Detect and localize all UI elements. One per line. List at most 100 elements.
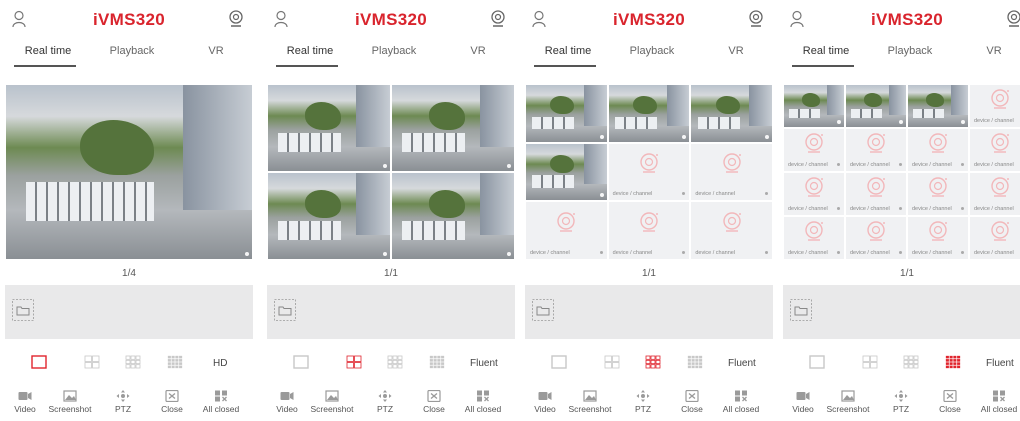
live-video-cell[interactable] bbox=[607, 84, 691, 143]
add-camera-icon[interactable] bbox=[803, 176, 825, 198]
toolbar-screenshot-button[interactable]: Screenshot bbox=[825, 390, 871, 414]
add-camera-icon[interactable] bbox=[865, 220, 887, 242]
2x2-layout-icon[interactable] bbox=[84, 355, 100, 369]
toolbar-video-button[interactable]: Video bbox=[522, 390, 568, 414]
empty-channel-cell[interactable]: device / channel bbox=[969, 172, 1020, 216]
tab-playback[interactable]: Playback bbox=[92, 45, 172, 57]
1x1-layout-icon[interactable] bbox=[551, 355, 567, 369]
stream-quality[interactable]: Fluent bbox=[986, 358, 1014, 369]
tab-playback[interactable]: Playback bbox=[612, 45, 692, 57]
live-video-cell[interactable] bbox=[907, 84, 969, 128]
4x4-layout-icon[interactable] bbox=[687, 355, 703, 369]
add-camera-icon[interactable] bbox=[555, 211, 577, 233]
live-video-cell[interactable] bbox=[5, 84, 253, 260]
empty-channel-cell[interactable]: device / channel bbox=[907, 172, 969, 216]
camera-device-icon[interactable] bbox=[490, 10, 506, 28]
toolbar-close-button[interactable]: Close bbox=[149, 390, 195, 414]
tab-real-time[interactable]: Real time bbox=[528, 45, 608, 57]
empty-channel-cell[interactable]: device / channel bbox=[845, 128, 907, 172]
live-video-cell[interactable] bbox=[845, 84, 907, 128]
add-camera-icon[interactable] bbox=[638, 152, 660, 174]
live-video-cell[interactable] bbox=[783, 84, 845, 128]
3x3-layout-icon[interactable] bbox=[387, 355, 403, 369]
toolbar-ptz-button[interactable]: PTZ bbox=[878, 390, 924, 414]
2x2-layout-icon[interactable] bbox=[604, 355, 620, 369]
add-camera-icon[interactable] bbox=[865, 132, 887, 154]
toolbar-ptz-button[interactable]: PTZ bbox=[100, 390, 146, 414]
tab-vr[interactable]: VR bbox=[176, 45, 256, 57]
tab-real-time[interactable]: Real time bbox=[270, 45, 350, 57]
toolbar-all-closed-button[interactable]: All closed bbox=[460, 390, 506, 414]
camera-device-icon[interactable] bbox=[228, 10, 244, 28]
toolbar-video-button[interactable]: Video bbox=[2, 390, 48, 414]
live-video-cell[interactable] bbox=[391, 84, 515, 172]
live-video-cell[interactable] bbox=[267, 84, 391, 172]
toolbar-close-button[interactable]: Close bbox=[927, 390, 973, 414]
add-camera-icon[interactable] bbox=[989, 132, 1011, 154]
toolbar-ptz-button[interactable]: PTZ bbox=[362, 390, 408, 414]
empty-channel-cell[interactable]: device / channel bbox=[783, 216, 845, 260]
empty-channel-cell[interactable]: device / channel bbox=[783, 172, 845, 216]
3x3-layout-icon[interactable] bbox=[125, 355, 141, 369]
empty-channel-cell[interactable]: device / channel bbox=[525, 201, 608, 260]
tab-vr[interactable]: VR bbox=[696, 45, 776, 57]
add-camera-icon[interactable] bbox=[721, 211, 743, 233]
empty-channel-cell[interactable]: device / channel bbox=[969, 84, 1020, 128]
toolbar-screenshot-button[interactable]: Screenshot bbox=[309, 390, 355, 414]
empty-channel-cell[interactable]: device / channel bbox=[969, 128, 1020, 172]
tab-playback[interactable]: Playback bbox=[870, 45, 950, 57]
toolbar-all-closed-button[interactable]: All closed bbox=[718, 390, 764, 414]
3x3-layout-icon[interactable] bbox=[903, 355, 919, 369]
toolbar-close-button[interactable]: Close bbox=[669, 390, 715, 414]
empty-channel-cell[interactable]: device / channel bbox=[907, 128, 969, 172]
empty-channel-cell[interactable]: device / channel bbox=[783, 128, 845, 172]
add-camera-icon[interactable] bbox=[989, 220, 1011, 242]
camera-device-icon[interactable] bbox=[748, 10, 764, 28]
toolbar-video-button[interactable]: Video bbox=[780, 390, 826, 414]
add-camera-icon[interactable] bbox=[927, 220, 949, 242]
add-camera-icon[interactable] bbox=[803, 220, 825, 242]
empty-channel-cell[interactable]: device / channel bbox=[690, 142, 773, 202]
tab-real-time[interactable]: Real time bbox=[786, 45, 866, 57]
live-video-cell[interactable] bbox=[690, 84, 773, 143]
folder-icon[interactable] bbox=[12, 299, 34, 321]
folder-icon[interactable] bbox=[532, 299, 554, 321]
4x4-layout-icon[interactable] bbox=[429, 355, 445, 369]
empty-channel-cell[interactable]: device / channel bbox=[690, 201, 773, 260]
tab-real-time[interactable]: Real time bbox=[8, 45, 88, 57]
empty-channel-cell[interactable]: device / channel bbox=[607, 142, 691, 202]
4x4-layout-icon[interactable] bbox=[167, 355, 183, 369]
empty-channel-cell[interactable]: device / channel bbox=[845, 172, 907, 216]
toolbar-all-closed-button[interactable]: All closed bbox=[198, 390, 244, 414]
toolbar-screenshot-button[interactable]: Screenshot bbox=[47, 390, 93, 414]
1x1-layout-icon[interactable] bbox=[31, 355, 47, 369]
toolbar-screenshot-button[interactable]: Screenshot bbox=[567, 390, 613, 414]
toolbar-ptz-button[interactable]: PTZ bbox=[620, 390, 666, 414]
empty-channel-cell[interactable]: device / channel bbox=[607, 201, 691, 260]
empty-channel-cell[interactable]: device / channel bbox=[845, 216, 907, 260]
empty-channel-cell[interactable]: device / channel bbox=[969, 216, 1020, 260]
stream-quality[interactable]: Fluent bbox=[470, 358, 498, 369]
folder-icon[interactable] bbox=[274, 299, 296, 321]
tab-playback[interactable]: Playback bbox=[354, 45, 434, 57]
add-camera-icon[interactable] bbox=[927, 176, 949, 198]
2x2-layout-icon[interactable] bbox=[862, 355, 878, 369]
1x1-layout-icon[interactable] bbox=[293, 355, 309, 369]
add-camera-icon[interactable] bbox=[989, 88, 1011, 110]
4x4-layout-icon[interactable] bbox=[945, 355, 961, 369]
add-camera-icon[interactable] bbox=[638, 211, 660, 233]
1x1-layout-icon[interactable] bbox=[809, 355, 825, 369]
stream-quality[interactable]: Fluent bbox=[728, 358, 756, 369]
add-camera-icon[interactable] bbox=[865, 176, 887, 198]
3x3-layout-icon[interactable] bbox=[645, 355, 661, 369]
stream-quality[interactable]: HD bbox=[213, 358, 227, 369]
empty-channel-cell[interactable]: device / channel bbox=[907, 216, 969, 260]
camera-device-icon[interactable] bbox=[1006, 10, 1020, 28]
tab-vr[interactable]: VR bbox=[438, 45, 518, 57]
add-camera-icon[interactable] bbox=[989, 176, 1011, 198]
tab-vr[interactable]: VR bbox=[954, 45, 1020, 57]
add-camera-icon[interactable] bbox=[803, 132, 825, 154]
add-camera-icon[interactable] bbox=[927, 132, 949, 154]
add-camera-icon[interactable] bbox=[721, 152, 743, 174]
live-video-cell[interactable] bbox=[525, 142, 608, 202]
